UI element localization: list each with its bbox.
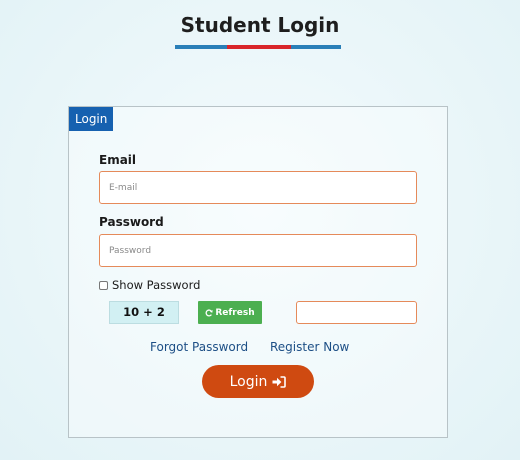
sign-in-icon [272, 375, 287, 388]
refresh-captcha-button[interactable]: Refresh [198, 301, 262, 324]
login-panel: Login Email Password Show Password 10 + … [68, 106, 448, 438]
login-button-label: Login [229, 373, 268, 390]
show-password-checkbox[interactable] [99, 280, 108, 290]
password-field[interactable] [99, 234, 417, 267]
captcha-challenge: 10 + 2 [109, 301, 179, 324]
page-title: Student Login [180, 13, 340, 37]
register-now-link[interactable]: Register Now [270, 340, 349, 354]
password-label: Password [99, 215, 164, 229]
show-password-toggle[interactable]: Show Password [99, 278, 200, 292]
title-underline [175, 45, 341, 49]
refresh-label: Refresh [215, 307, 255, 318]
email-label: Email [99, 153, 137, 167]
login-button[interactable]: Login [202, 365, 314, 398]
refresh-icon [205, 308, 213, 316]
panel-tab-login: Login [69, 107, 114, 131]
forgot-password-link[interactable]: Forgot Password [150, 340, 248, 354]
email-field[interactable] [99, 171, 417, 204]
show-password-label: Show Password [112, 278, 201, 292]
captcha-answer-field[interactable] [296, 301, 417, 324]
